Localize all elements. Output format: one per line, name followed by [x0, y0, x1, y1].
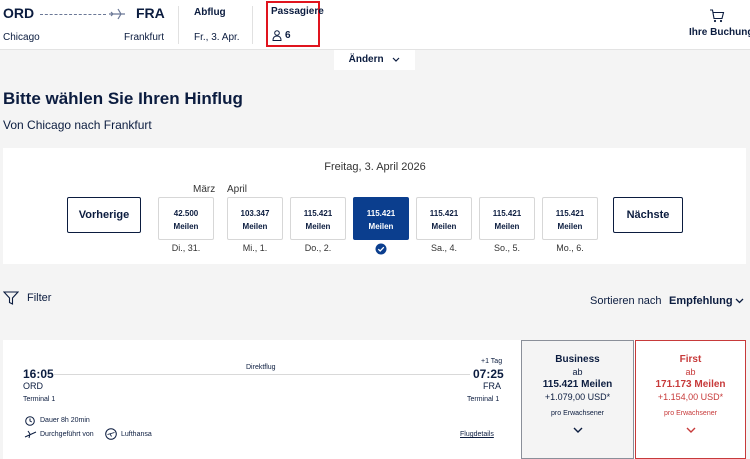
date-miles-unit: Meilen	[368, 222, 394, 231]
date-label: Di., 31.	[171, 243, 201, 253]
departure-time: 16:05	[23, 367, 54, 381]
passengers-field[interactable]: Passagiere 6	[266, 1, 324, 47]
funnel-icon	[3, 291, 19, 305]
day-offset: +1 Tag	[481, 358, 503, 365]
date-label: Mi., 1.	[242, 243, 268, 253]
plane-operator-icon	[24, 430, 37, 439]
my-booking-button[interactable]: Ihre Buchung	[689, 6, 750, 44]
fare-first-per-adult: pro Erwachsener	[664, 410, 717, 417]
date-option-apr-2[interactable]: 115.421 Meilen	[290, 197, 346, 240]
date-miles-unit: Meilen	[173, 222, 199, 231]
date-miles: 115.421	[492, 209, 522, 218]
passengers-count: 6	[285, 30, 291, 41]
operated-by-label: Durchgeführt von	[40, 431, 94, 438]
date-miles-unit: Meilen	[305, 222, 331, 231]
destination-city: Frankfurt	[124, 32, 165, 43]
date-option-apr-6[interactable]: 115.421 Meilen	[542, 197, 598, 240]
sort-dropdown[interactable]: Sortieren nach Empfehlung	[588, 294, 748, 310]
fare-first[interactable]: First ab 171.173 Meilen +1.154,00 USD* p…	[635, 340, 746, 459]
flight-summary-header: ORD Chicago FRA Frankfurt Abflug Fr., 3.…	[0, 0, 750, 50]
chevron-down-icon	[573, 427, 582, 433]
chevron-down-icon	[735, 298, 744, 304]
date-miles-unit: Meilen	[242, 222, 268, 231]
month-label-next: April	[227, 184, 248, 195]
passengers-label: Passagiere	[271, 6, 324, 17]
clock-icon	[25, 416, 35, 426]
fare-business-miles: 115.421 Meilen	[542, 379, 613, 390]
date-option-mar-31[interactable]: 42.500 Meilen	[158, 197, 214, 240]
date-miles: 115.421	[303, 209, 333, 218]
arrival-time: 07:25	[473, 367, 504, 381]
page-subtitle: Von Chicago nach Frankfurt	[3, 118, 152, 132]
date-option-apr-3-selected[interactable]: 115.421 Meilen	[353, 197, 409, 240]
departure-terminal: Terminal 1	[23, 396, 56, 403]
date-label: So., 5.	[493, 243, 520, 253]
airline-name: Lufthansa	[121, 431, 152, 438]
date-option-apr-5[interactable]: 115.421 Meilen	[479, 197, 535, 240]
filter-button[interactable]: Filter	[3, 290, 63, 308]
date-label: Mo., 6.	[556, 243, 584, 253]
fare-first-title: First	[679, 354, 702, 365]
arrival-terminal: Terminal 1	[467, 396, 500, 403]
flight-details-link[interactable]: Flugdetails	[460, 431, 494, 438]
page-title: Bitte wählen Sie Ihren Hinflug	[3, 89, 243, 108]
date-option-apr-1[interactable]: 103.347 Meilen	[227, 197, 283, 240]
date-label: Sa., 4.	[430, 243, 457, 253]
sort-label: Sortieren nach	[590, 295, 662, 307]
chevron-down-icon	[686, 427, 695, 433]
departure-airport: ORD	[23, 381, 43, 391]
change-search-button[interactable]: Ändern	[334, 50, 415, 70]
previous-dates-button[interactable]: Vorherige	[67, 197, 141, 233]
my-booking-label: Ihre Buchung	[689, 27, 750, 38]
destination-code: FRA	[136, 5, 165, 21]
departure-date: Fr., 3. Apr.	[194, 32, 240, 43]
arrival-airport: FRA	[483, 381, 501, 391]
departure-label: Abflug	[194, 7, 226, 18]
date-miles: 115.421	[366, 209, 396, 218]
date-miles-unit: Meilen	[557, 222, 583, 231]
fare-first-from: ab	[685, 367, 696, 377]
filter-label: Filter	[27, 292, 52, 304]
fare-business-from: ab	[572, 367, 583, 377]
date-miles: 103.347	[240, 209, 270, 218]
date-miles: 115.421	[429, 209, 459, 218]
airplane-icon	[109, 8, 125, 20]
flight-duration: Dauer 8h 20min	[40, 417, 90, 424]
origin-code: ORD	[3, 5, 35, 21]
next-dates-button[interactable]: Nächste	[613, 197, 683, 233]
date-miles-unit: Meilen	[431, 222, 457, 231]
fare-first-usd: +1.154,00 USD*	[657, 392, 724, 402]
flight-type: Direktflug	[246, 364, 276, 371]
lufthansa-logo-icon	[105, 428, 117, 440]
change-label: Ändern	[348, 54, 384, 65]
person-icon	[272, 30, 282, 41]
sort-value: Empfehlung	[669, 295, 733, 307]
date-option-apr-4[interactable]: 115.421 Meilen	[416, 197, 472, 240]
fare-business-per-adult: pro Erwachsener	[551, 410, 604, 417]
header-divider	[252, 6, 253, 44]
selected-check-icon	[375, 243, 387, 255]
chevron-down-icon	[392, 57, 400, 62]
route-dashed-line	[40, 14, 106, 15]
date-miles-unit: Meilen	[494, 222, 520, 231]
fare-business-usd: +1.079,00 USD*	[544, 392, 611, 402]
origin-city: Chicago	[3, 32, 40, 43]
fare-business-title: Business	[555, 354, 600, 365]
date-miles: 115.421	[555, 209, 585, 218]
header-divider	[178, 6, 179, 44]
date-miles: 42.500	[173, 209, 199, 218]
flight-line	[54, 374, 470, 375]
fare-business[interactable]: Business ab 115.421 Meilen +1.079,00 USD…	[521, 340, 634, 459]
month-label-prev: März	[193, 184, 216, 195]
cart-icon	[710, 9, 725, 23]
date-label: Do., 2.	[304, 243, 332, 253]
selected-date: Freitag, 3. April 2026	[324, 161, 426, 173]
fare-first-miles: 171.173 Meilen	[655, 379, 726, 390]
